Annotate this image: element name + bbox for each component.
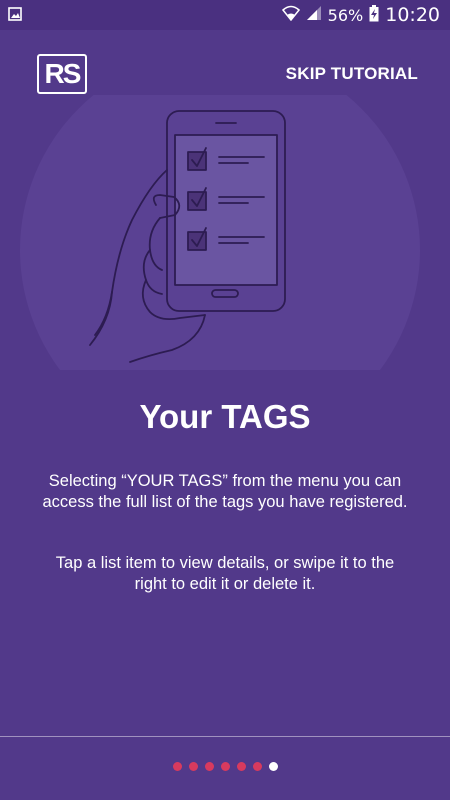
- clock: 10:20: [385, 4, 440, 26]
- page-dot-active[interactable]: [268, 762, 278, 771]
- rs-logo: RS: [37, 54, 87, 94]
- description-paragraph-1: Selecting “YOUR TAGS” from the menu you …: [42, 472, 408, 511]
- image-icon: [8, 6, 22, 25]
- status-bar: 56% 10:20: [0, 0, 450, 30]
- signal-icon: [306, 5, 322, 25]
- page-dot[interactable]: [220, 762, 230, 771]
- page-dot[interactable]: [236, 762, 246, 771]
- page-dot[interactable]: [172, 762, 182, 771]
- battery-charging-icon: [369, 4, 379, 26]
- description-paragraph-2: Tap a list item to view details, or swip…: [55, 554, 395, 593]
- battery-percent: 56%: [327, 5, 364, 25]
- skip-tutorial-button[interactable]: SKIP TUTORIAL: [286, 64, 418, 84]
- page-indicator: [0, 762, 450, 771]
- footer-divider: [0, 736, 450, 737]
- page-dot[interactable]: [252, 762, 262, 771]
- page-dot[interactable]: [188, 762, 198, 771]
- wifi-icon: [281, 5, 300, 25]
- hand-holding-phone-checklist-icon: [0, 50, 450, 450]
- page-title: Your TAGS: [139, 398, 311, 435]
- page-dot[interactable]: [204, 762, 214, 771]
